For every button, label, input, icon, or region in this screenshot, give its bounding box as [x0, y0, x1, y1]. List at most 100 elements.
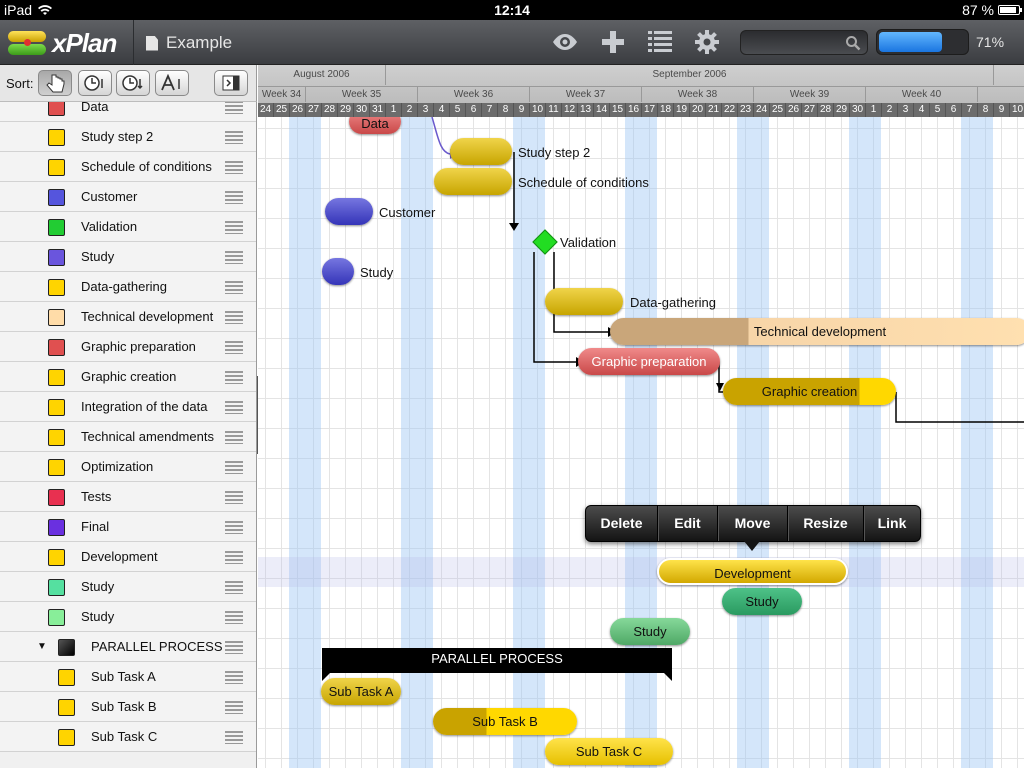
task-row[interactable]: Sub Task C: [0, 722, 256, 752]
task-color-swatch[interactable]: [58, 729, 75, 746]
task-row[interactable]: Study: [0, 602, 256, 632]
gantt-bar-study-3[interactable]: Study: [610, 618, 690, 645]
task-color-swatch[interactable]: [48, 519, 65, 536]
task-color-swatch[interactable]: [48, 159, 65, 176]
reorder-grip-icon[interactable]: [225, 102, 243, 114]
task-list[interactable]: Data Study step 2 Schedule of conditions Cu…: [0, 102, 257, 768]
gantt-bar-customer[interactable]: [325, 198, 373, 225]
reorder-grip-icon[interactable]: [225, 551, 243, 564]
reorder-grip-icon[interactable]: [225, 521, 243, 534]
plus-icon[interactable]: [599, 29, 627, 55]
task-row[interactable]: Customer: [0, 182, 256, 212]
task-color-swatch[interactable]: [48, 279, 65, 296]
gantt-bar-technical-development[interactable]: Technical development: [610, 318, 1024, 345]
reorder-grip-icon[interactable]: [225, 431, 243, 444]
task-row[interactable]: Integration of the data: [0, 392, 256, 422]
menu-move-button[interactable]: Move: [718, 506, 788, 541]
reorder-grip-icon[interactable]: [225, 251, 243, 264]
parallel-process-summary-bar[interactable]: PARALLEL PROCESS: [322, 648, 672, 681]
task-row[interactable]: Technical amendments: [0, 422, 256, 452]
gantt-bar-development[interactable]: Development: [657, 558, 848, 585]
app-logo[interactable]: xPlan: [8, 25, 128, 61]
reorder-grip-icon[interactable]: [225, 131, 243, 144]
task-color-swatch[interactable]: [48, 549, 65, 566]
gantt-bar-data-gathering[interactable]: [545, 288, 623, 315]
task-row[interactable]: Schedule of conditions: [0, 152, 256, 182]
sort-alpha-button[interactable]: [155, 70, 189, 96]
reorder-grip-icon[interactable]: [225, 341, 243, 354]
toggle-panel-button[interactable]: [214, 70, 248, 96]
reorder-grip-icon[interactable]: [225, 701, 243, 714]
reorder-grip-icon[interactable]: [225, 221, 243, 234]
task-color-swatch[interactable]: [48, 369, 65, 386]
task-row[interactable]: Graphic preparation: [0, 332, 256, 362]
task-color-swatch[interactable]: [58, 699, 75, 716]
task-color-swatch[interactable]: [48, 219, 65, 236]
menu-edit-button[interactable]: Edit: [658, 506, 718, 541]
task-group-row[interactable]: ▼ PARALLEL PROCESS: [0, 632, 256, 662]
reorder-grip-icon[interactable]: [225, 671, 243, 684]
task-row[interactable]: Data-gathering: [0, 272, 256, 302]
task-color-swatch[interactable]: [48, 579, 65, 596]
task-color-swatch[interactable]: [48, 309, 65, 326]
gantt-bar-sub-task-c[interactable]: Sub Task C: [545, 738, 673, 765]
menu-delete-button[interactable]: Delete: [586, 506, 658, 541]
task-row[interactable]: Graphic creation: [0, 362, 256, 392]
task-color-swatch[interactable]: [48, 249, 65, 266]
task-row[interactable]: Study: [0, 572, 256, 602]
gantt-bar-graphic-preparation[interactable]: Graphic preparation: [578, 348, 720, 375]
task-color-swatch[interactable]: [48, 399, 65, 416]
reorder-grip-icon[interactable]: [225, 731, 243, 744]
task-row[interactable]: Final: [0, 512, 256, 542]
list-icon[interactable]: [646, 29, 674, 55]
task-color-swatch[interactable]: [48, 129, 65, 146]
expand-triangle-icon[interactable]: ▼: [37, 641, 47, 652]
task-row[interactable]: Validation: [0, 212, 256, 242]
task-row[interactable]: Tests: [0, 482, 256, 512]
reorder-grip-icon[interactable]: [225, 161, 243, 174]
gantt-bar-schedule[interactable]: [434, 168, 512, 195]
reorder-grip-icon[interactable]: [225, 191, 243, 204]
timeline-header[interactable]: August 2006 September 2006 Week 34 Week 35 W…: [258, 65, 1024, 117]
task-color-swatch[interactable]: [48, 429, 65, 446]
gantt-bar-sub-task-a[interactable]: Sub Task A: [321, 678, 401, 705]
task-row[interactable]: Sub Task A: [0, 662, 256, 692]
task-row[interactable]: Technical development: [0, 302, 256, 332]
gantt-chart[interactable]: Data Study step 2 Schedule of conditions…: [258, 117, 1024, 768]
task-row[interactable]: Study step 2: [0, 122, 256, 152]
menu-resize-button[interactable]: Resize: [788, 506, 864, 541]
gantt-bar-data[interactable]: Data: [349, 117, 401, 134]
gantt-bar-study-step-2[interactable]: [450, 138, 512, 165]
task-row[interactable]: Data: [0, 102, 256, 122]
gantt-bar-study-2[interactable]: Study: [722, 588, 802, 615]
task-color-swatch[interactable]: [48, 189, 65, 206]
reorder-grip-icon[interactable]: [225, 491, 243, 504]
reorder-grip-icon[interactable]: [225, 611, 243, 624]
reorder-grip-icon[interactable]: [225, 281, 243, 294]
task-color-swatch[interactable]: [48, 609, 65, 626]
eye-icon[interactable]: [551, 29, 579, 55]
reorder-grip-icon[interactable]: [225, 371, 243, 384]
task-color-swatch[interactable]: [58, 669, 75, 686]
gantt-bar-sub-task-b[interactable]: Sub Task B: [433, 708, 577, 735]
task-color-swatch[interactable]: [58, 639, 75, 656]
gantt-bar-study[interactable]: [322, 258, 354, 285]
document-title-button[interactable]: Example: [146, 33, 232, 53]
task-color-swatch[interactable]: [48, 489, 65, 506]
gear-icon[interactable]: [693, 29, 721, 55]
search-input[interactable]: [740, 30, 868, 55]
task-row[interactable]: Study: [0, 242, 256, 272]
sort-by-end-button[interactable]: [116, 70, 150, 96]
gantt-bar-graphic-creation[interactable]: Graphic creation: [723, 378, 896, 405]
reorder-grip-icon[interactable]: [225, 641, 243, 654]
task-color-swatch[interactable]: [48, 459, 65, 476]
sort-manual-button[interactable]: [38, 70, 72, 96]
task-row[interactable]: Sub Task B: [0, 692, 256, 722]
task-row[interactable]: Development: [0, 542, 256, 572]
task-row[interactable]: Optimization: [0, 452, 256, 482]
sort-by-start-button[interactable]: [78, 70, 112, 96]
task-color-swatch[interactable]: [48, 102, 65, 116]
task-color-swatch[interactable]: [48, 339, 65, 356]
menu-link-button[interactable]: Link: [864, 506, 920, 541]
reorder-grip-icon[interactable]: [225, 461, 243, 474]
